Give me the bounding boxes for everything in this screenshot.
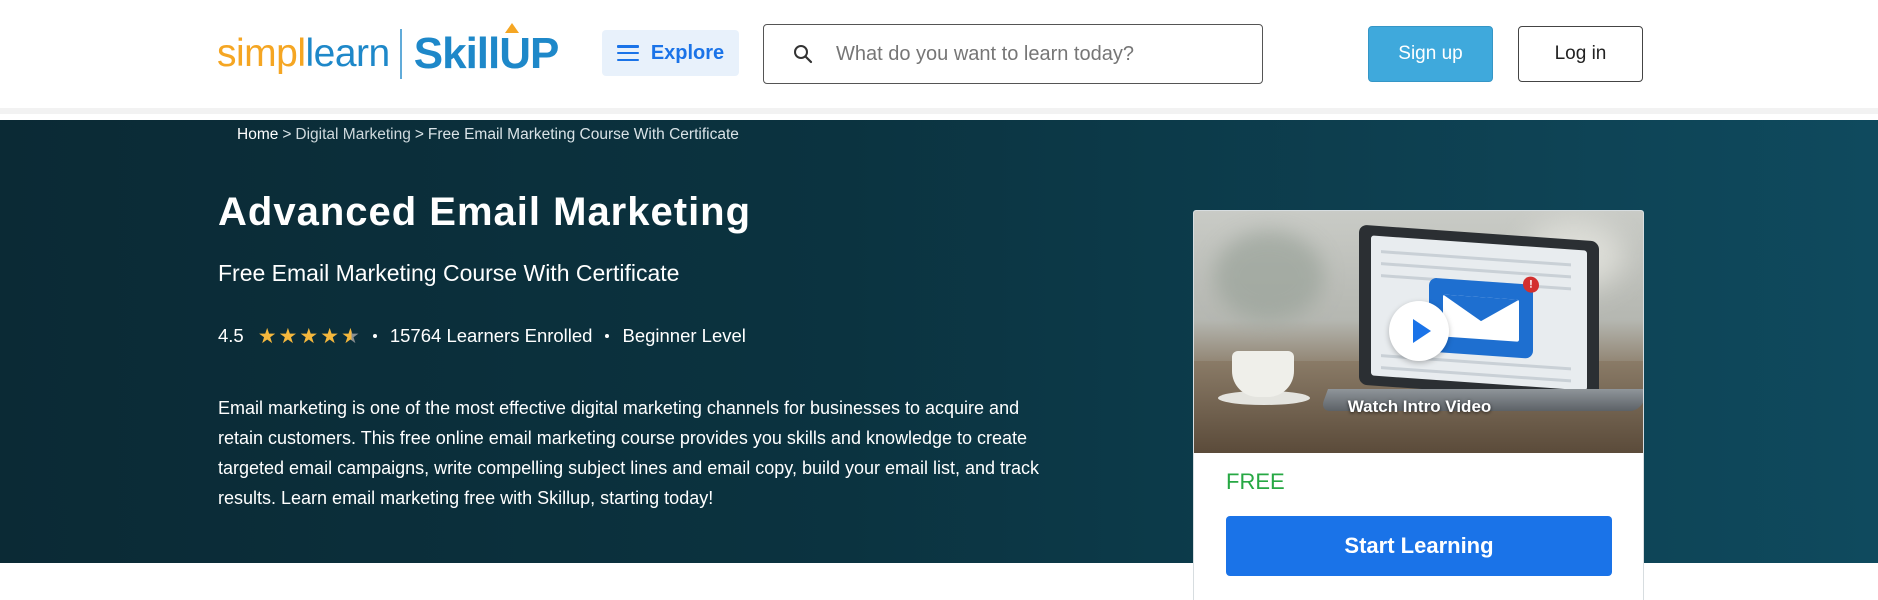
login-button[interactable]: Log in [1518, 26, 1643, 82]
separator-dot [605, 334, 610, 338]
star-icon: ★ [278, 324, 298, 348]
explore-button[interactable]: Explore [602, 30, 739, 76]
logo-text-simpl: simpl [217, 32, 306, 75]
search-icon [778, 24, 828, 84]
logo-text-up: UP [499, 23, 559, 79]
half-star-icon: ★ [341, 324, 360, 348]
separator-dot [372, 334, 377, 338]
logo-divider [399, 29, 402, 79]
rating-stars: ★ ★ ★ ★ ★ [258, 326, 360, 347]
star-icon: ★ [299, 324, 319, 348]
logo-arrow-icon [505, 23, 520, 33]
course-level: Beginner Level [622, 325, 746, 346]
learners-enrolled: 15764 Learners Enrolled [389, 325, 593, 346]
explore-label: Explore [650, 41, 725, 64]
play-video-button[interactable] [1389, 301, 1449, 361]
star-icon: ★ [257, 324, 277, 348]
signup-button[interactable]: Sign up [1368, 26, 1493, 82]
intro-video-thumbnail[interactable]: ! Watch Intro Video [1194, 211, 1643, 453]
notification-badge: ! [1523, 276, 1539, 294]
email-line [1381, 366, 1571, 383]
logo-text-learn: learn [305, 32, 391, 75]
simplilearn-skillup-logo[interactable]: simpl learn Skill UP [217, 22, 559, 86]
breadcrumb: Home > Digital Marketing > Free Email Ma… [237, 126, 739, 144]
hamburger-icon [616, 45, 639, 61]
play-icon [1412, 319, 1431, 343]
background-blur [1214, 231, 1324, 321]
rating-value: 4.5 [218, 325, 244, 346]
price-label: FREE [1226, 469, 1285, 494]
coffee-cup-image [1232, 351, 1294, 397]
course-meta: 4.5 ★ ★ ★ ★ ★ 15764 Learners Enrolled Be… [218, 325, 746, 347]
breadcrumb-current: Free Email Marketing Course With Certifi… [427, 126, 739, 143]
search-bar[interactable] [763, 24, 1263, 84]
course-description: Email marketing is one of the most effec… [218, 398, 1040, 508]
watch-intro-video-label[interactable]: Watch Intro Video [1194, 397, 1643, 417]
breadcrumb-separator: > [282, 126, 292, 143]
search-input[interactable] [836, 42, 1236, 66]
start-learning-button[interactable]: Start Learning [1226, 516, 1612, 576]
course-title: Advanced Email Marketing [218, 190, 752, 234]
course-card: ! Watch Intro Video FREE Start Learning [1193, 210, 1644, 600]
breadcrumb-category-link[interactable]: Digital Marketing [295, 126, 410, 144]
site-header: simpl learn Skill UP Explore Sign up Log… [0, 0, 1878, 114]
course-subtitle: Free Email Marketing Course With Certifi… [218, 260, 680, 286]
logo-text-up-label: UP [499, 29, 559, 78]
star-icon: ★ [320, 324, 340, 348]
breadcrumb-home-link[interactable]: Home [237, 126, 278, 144]
breadcrumb-separator: > [414, 126, 424, 143]
logo-text-skill: Skill [413, 29, 500, 78]
